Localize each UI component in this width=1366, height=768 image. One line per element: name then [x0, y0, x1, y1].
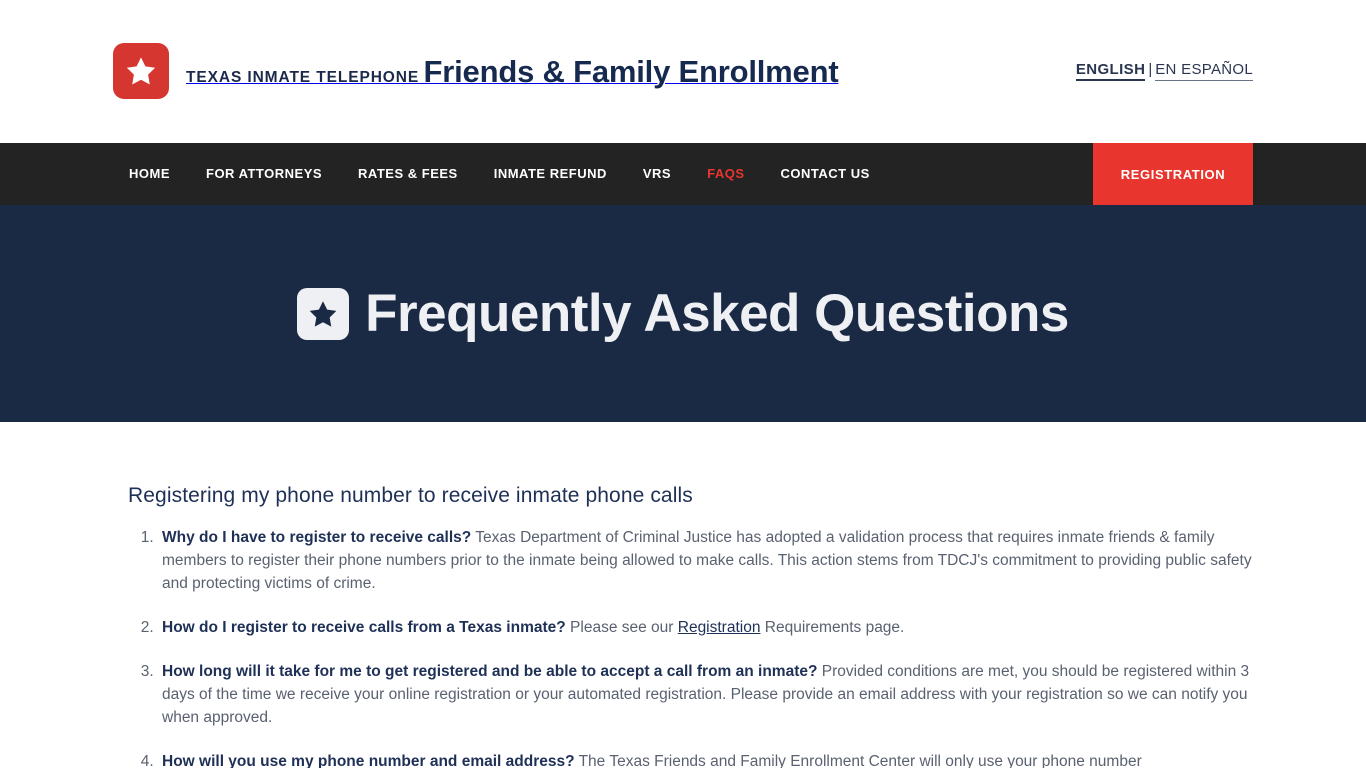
registration-button[interactable]: REGISTRATION [1093, 143, 1253, 205]
faq-question: Why do I have to register to receive cal… [162, 529, 472, 546]
faq-answer: The Texas Friends and Family Enrollment … [574, 752, 1142, 768]
language-english[interactable]: ENGLISH [1075, 61, 1146, 81]
nav-list-item: FAQS [707, 165, 744, 183]
page-hero: Frequently Asked Questions [0, 205, 1366, 422]
faq-list: Why do I have to register to receive cal… [128, 527, 1253, 768]
language-switcher: ENGLISH | EN ESPAÑOL [1075, 61, 1253, 81]
faq-answer: Please see our [565, 618, 678, 636]
site-header: TEXAS INMATE TELEPHONE Friends & Family … [0, 0, 1366, 143]
nav-item-vrs[interactable]: VRS [643, 166, 671, 181]
faq-answer-tail: Requirements page. [760, 618, 905, 636]
faq-item: How long will it take for me to get regi… [158, 661, 1253, 730]
faq-question: How long will it take for me to get regi… [162, 662, 818, 680]
main-navigation: HOME FOR ATTORNEYS RATES & FEES INMATE REFU… [0, 143, 1366, 205]
nav-list-item: HOME [129, 165, 170, 183]
nav-item-rates-fees[interactable]: RATES & FEES [358, 166, 458, 181]
logo-title: Friends & Family Enrollment [423, 53, 839, 89]
language-separator: | [1148, 61, 1153, 78]
main-content: Registering my phone number to receive i… [0, 422, 1366, 768]
section-heading: Registering my phone number to receive i… [128, 484, 693, 507]
nav-item-for-attorneys[interactable]: FOR ATTORNEYS [206, 166, 322, 181]
star-badge-icon [113, 43, 169, 99]
nav-list-item: FOR ATTORNEYS [206, 165, 322, 183]
site-logo[interactable]: TEXAS INMATE TELEPHONE Friends & Family … [113, 43, 839, 99]
nav-item-inmate-refund[interactable]: INMATE REFUND [494, 166, 607, 181]
nav-item-faqs[interactable]: FAQS [707, 166, 744, 181]
language-spanish[interactable]: EN ESPAÑOL [1155, 61, 1253, 81]
nav-item-home[interactable]: HOME [129, 166, 170, 181]
faq-item: How will you use my phone number and ema… [158, 751, 1253, 768]
faq-link[interactable]: Registration [678, 619, 761, 636]
faq-question: How do I register to receive calls from … [162, 618, 566, 636]
nav-list-item: CONTACT US [781, 165, 870, 183]
logo-eyebrow: TEXAS INMATE TELEPHONE [186, 68, 420, 86]
faq-question: How will you use my phone number and ema… [162, 752, 575, 768]
faq-item: Why do I have to register to receive cal… [158, 527, 1253, 596]
nav-item-contact-us[interactable]: CONTACT US [781, 166, 870, 181]
nav-list-item: INMATE REFUND [494, 165, 607, 183]
star-badge-icon [297, 287, 350, 340]
nav-list-item: RATES & FEES [358, 165, 458, 183]
faq-item: How do I register to receive calls from … [158, 617, 1253, 640]
nav-list-item: VRS [643, 165, 671, 183]
page-title: Frequently Asked Questions [365, 284, 1069, 343]
